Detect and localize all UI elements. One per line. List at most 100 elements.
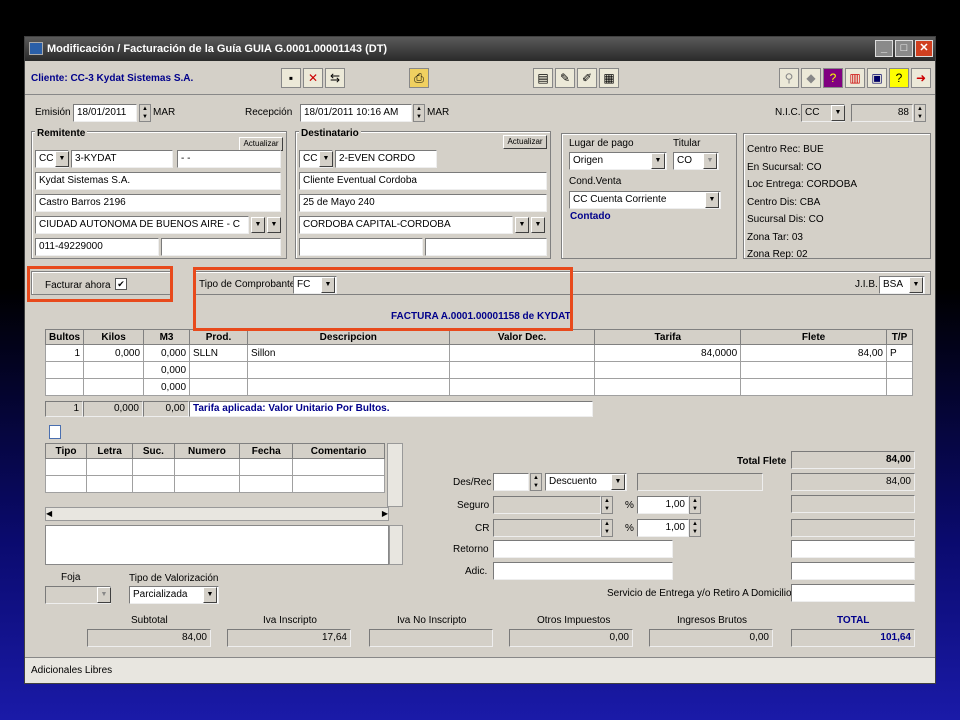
table-row[interactable]: 0,000 xyxy=(44,361,914,379)
table-cell[interactable] xyxy=(246,378,450,396)
table-cell[interactable] xyxy=(885,361,914,379)
table-cell[interactable]: 84,00 xyxy=(740,344,887,362)
docs-scrollbar-v[interactable] xyxy=(387,443,403,507)
lugar-pago-dropdown-icon[interactable]: ▼ xyxy=(651,153,665,169)
table-cell[interactable] xyxy=(448,344,596,362)
exit-icon[interactable]: ➜ xyxy=(911,68,931,88)
remitente-code[interactable]: 3-KYDAT xyxy=(71,150,173,168)
cr-pct-spinner[interactable]: ▲ ▼ xyxy=(689,519,701,537)
table-cell[interactable] xyxy=(44,378,85,396)
table-cell[interactable]: 1 xyxy=(44,344,85,362)
table-cell[interactable] xyxy=(448,378,596,396)
close-button[interactable]: ✕ xyxy=(915,40,933,57)
remitente-city-extra-icon[interactable]: ▼ xyxy=(267,217,281,233)
table-cell[interactable]: 0,000 xyxy=(143,378,191,396)
servicio-field[interactable] xyxy=(791,584,915,602)
retorno-field[interactable] xyxy=(493,540,673,558)
table-cell[interactable]: P xyxy=(885,344,914,362)
adic-field[interactable] xyxy=(493,562,673,580)
table-cell[interactable] xyxy=(246,361,450,379)
print-icon[interactable]: ⎙ xyxy=(409,68,429,88)
tipo-valorizacion-dropdown-icon[interactable]: ▼ xyxy=(203,587,217,603)
destinatario-phone[interactable] xyxy=(299,238,423,256)
table-cell[interactable] xyxy=(740,361,887,379)
table-cell[interactable] xyxy=(83,361,145,379)
cr-spinner[interactable]: ▲ ▼ xyxy=(601,519,613,537)
tools-icon[interactable]: ✎ xyxy=(555,68,575,88)
table-cell[interactable]: 0,000 xyxy=(83,344,145,362)
destinatario-code[interactable]: 2-EVEN CORDO xyxy=(335,150,437,168)
grid-icon[interactable]: ▥ xyxy=(845,68,865,88)
search-icon[interactable]: ⚲ xyxy=(779,68,799,88)
comment-box[interactable] xyxy=(45,525,389,565)
cond-venta-select[interactable]: CC Cuenta Corriente xyxy=(569,191,721,209)
remitente-extra[interactable]: - - xyxy=(177,150,281,168)
recepcion-spinner[interactable]: ▲ ▼ xyxy=(413,104,425,122)
question-icon[interactable]: ? xyxy=(889,68,909,88)
nic-dropdown-icon[interactable]: ▼ xyxy=(831,105,845,121)
desrec-spinner[interactable]: ▲ ▼ xyxy=(530,473,542,491)
remitente-actualizar-button[interactable]: Actualizar xyxy=(239,137,283,151)
cr-pct[interactable]: 1,00 xyxy=(637,519,689,537)
destinatario-city[interactable]: CORDOBA CAPITAL-CORDOBA xyxy=(299,216,513,234)
destinatario-city-dropdown-icon[interactable]: ▼ xyxy=(515,217,529,233)
table-cell[interactable] xyxy=(594,378,742,396)
destinatario-address[interactable]: 25 de Mayo 240 xyxy=(299,194,547,212)
table-row[interactable]: 0,000 xyxy=(44,378,914,396)
maximize-button[interactable]: □ xyxy=(895,40,913,57)
remitente-name[interactable]: Kydat Sistemas S.A. xyxy=(35,172,281,190)
seguro-spinner[interactable]: ▲ ▼ xyxy=(601,496,613,514)
foja-dropdown-icon[interactable]: ▼ xyxy=(97,587,111,603)
jib-dropdown-icon[interactable]: ▼ xyxy=(909,277,923,293)
cond-venta-dropdown-icon[interactable]: ▼ xyxy=(705,192,719,208)
table-row[interactable]: 1 0,000 0,000 SLLN Sillon 84,0000 84,00 P xyxy=(44,344,914,362)
remitente-city[interactable]: CIUDAD AUTONOMA DE BUENOS AIRE - C xyxy=(35,216,249,234)
table-cell[interactable] xyxy=(885,378,914,396)
table-cell[interactable] xyxy=(83,378,145,396)
table-row[interactable] xyxy=(44,458,385,476)
minimize-button[interactable]: _ xyxy=(875,40,893,57)
table-cell[interactable] xyxy=(594,361,742,379)
remitente-address[interactable]: Castro Barros 2196 xyxy=(35,194,281,212)
tag-icon[interactable]: ◆ xyxy=(801,68,821,88)
table-cell[interactable] xyxy=(189,361,248,379)
stamp-icon[interactable]: ▤ xyxy=(533,68,553,88)
destinatario-name[interactable]: Cliente Eventual Cordoba xyxy=(299,172,547,190)
seguro-pct-spinner[interactable]: ▲ ▼ xyxy=(689,496,701,514)
destinatario-city-extra-icon[interactable]: ▼ xyxy=(531,217,545,233)
help-icon[interactable]: ? xyxy=(823,68,843,88)
titular-dropdown-icon[interactable]: ▼ xyxy=(703,153,717,169)
table-cell[interactable]: 0,000 xyxy=(143,361,191,379)
calc-icon[interactable]: ▣ xyxy=(867,68,887,88)
emision-field[interactable]: 18/01/2011 xyxy=(73,104,137,122)
table-cell[interactable]: 0,000 xyxy=(143,344,191,362)
table-cell[interactable]: 84,0000 xyxy=(594,344,742,362)
new-doc-icon[interactable] xyxy=(49,425,61,439)
seguro-pct[interactable]: 1,00 xyxy=(637,496,689,514)
table-cell[interactable] xyxy=(44,361,85,379)
recepcion-field[interactable]: 18/01/2011 10:16 AM xyxy=(300,104,412,122)
form-icon[interactable]: ▦ xyxy=(599,68,619,88)
desrec-amount[interactable] xyxy=(493,473,529,491)
docs-scrollbar-h[interactable]: ◀ ▶ xyxy=(45,507,389,521)
remitente-phone[interactable]: 011-49229000 xyxy=(35,238,159,256)
emision-spinner[interactable]: ▲ ▼ xyxy=(139,104,151,122)
nic-spinner[interactable]: ▲ ▼ xyxy=(914,104,926,122)
desrec-dropdown-icon[interactable]: ▼ xyxy=(611,474,625,490)
link-icon[interactable]: ⇆ xyxy=(325,68,345,88)
save-icon[interactable]: ▪ xyxy=(281,68,301,88)
table-cell[interactable] xyxy=(189,378,248,396)
table-cell[interactable]: SLLN xyxy=(189,344,248,362)
delete-icon[interactable]: ✕ xyxy=(303,68,323,88)
destinatario-phone2[interactable] xyxy=(425,238,547,256)
destinatario-doc-dropdown-icon[interactable]: ▼ xyxy=(319,151,333,167)
table-cell[interactable]: Sillon xyxy=(246,344,450,362)
comment-scrollbar[interactable] xyxy=(389,525,403,565)
destinatario-actualizar-button[interactable]: Actualizar xyxy=(503,135,547,149)
table-cell[interactable] xyxy=(740,378,887,396)
edit-icon[interactable]: ✐ xyxy=(577,68,597,88)
remitente-city-dropdown-icon[interactable]: ▼ xyxy=(251,217,265,233)
table-row[interactable] xyxy=(44,475,385,493)
remitente-doc-dropdown-icon[interactable]: ▼ xyxy=(55,151,69,167)
remitente-phone2[interactable] xyxy=(161,238,281,256)
